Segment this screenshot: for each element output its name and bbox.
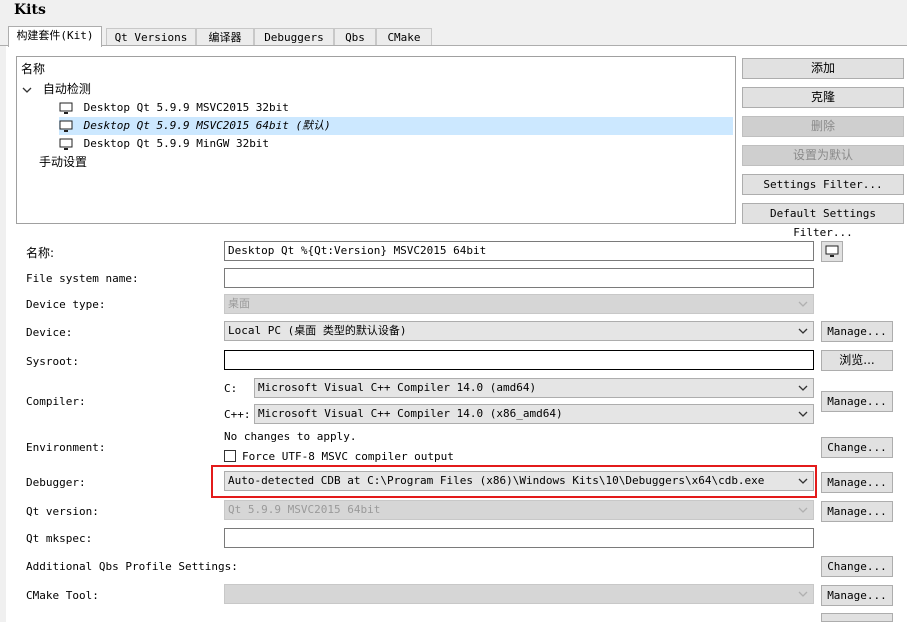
chevron-down-icon	[798, 591, 808, 597]
kit-icon-button[interactable]	[821, 241, 843, 262]
device-type-value: 桌面	[228, 297, 250, 310]
clone-button[interactable]: 克隆	[742, 87, 904, 108]
qt-version-label: Qt version:	[26, 505, 99, 518]
tab-compilers[interactable]: 编译器	[196, 28, 254, 46]
tree-group-auto-label: 自动检测	[42, 82, 91, 96]
device-type-label: Device type:	[26, 298, 106, 311]
compiler-label: Compiler:	[26, 395, 86, 408]
compiler-cpp-label: C++:	[224, 408, 251, 421]
name-label: 名称:	[26, 246, 55, 260]
window-title: Kits	[14, 2, 46, 18]
chevron-down-icon[interactable]	[21, 85, 33, 95]
chevron-down-icon	[798, 411, 808, 417]
device-select[interactable]: Local PC (桌面 类型的默认设备)	[224, 321, 814, 341]
tree-item-label: Desktop Qt 5.9.9 MSVC2015 32bit	[83, 101, 289, 114]
chevron-down-icon	[798, 507, 808, 513]
chevron-down-icon	[798, 301, 808, 307]
tree-header: 名称	[21, 62, 46, 76]
cmake-tool-manage-button[interactable]: Manage...	[821, 585, 893, 606]
cmake-tool-select	[224, 584, 814, 604]
tab-bar: 构建套件(Kit) Qt Versions 编译器 Debuggers Qbs …	[0, 26, 907, 47]
name-field[interactable]: Desktop Qt %{Qt:Version} MSVC2015 64bit	[224, 241, 814, 261]
environment-label: Environment:	[26, 441, 106, 454]
qt-mkspec-label: Qt mkspec:	[26, 532, 93, 545]
tab-qt-versions[interactable]: Qt Versions	[106, 28, 196, 46]
monitor-icon	[825, 245, 839, 257]
tab-debuggers[interactable]: Debuggers	[254, 28, 334, 46]
qbs-profile-change-button[interactable]: Change...	[821, 556, 893, 577]
tab-qbs[interactable]: Qbs	[334, 28, 376, 46]
delete-button[interactable]: 删除	[742, 116, 904, 137]
sysroot-label: Sysroot:	[26, 355, 79, 368]
partial-button[interactable]	[821, 613, 893, 622]
compiler-c-value: Microsoft Visual C++ Compiler 14.0 (amd6…	[258, 381, 537, 394]
sysroot-browse-button[interactable]: 浏览...	[821, 350, 893, 371]
tree-group-manual[interactable]: 手动设置	[39, 153, 87, 171]
device-value: Local PC (桌面 类型的默认设备)	[228, 324, 407, 337]
environment-status: No changes to apply.	[224, 430, 357, 443]
monitor-icon	[59, 138, 73, 150]
compiler-c-label: C:	[224, 382, 238, 395]
debugger-highlight-box	[211, 465, 817, 498]
force-utf8-checkbox[interactable]	[224, 450, 236, 462]
sysroot-field[interactable]	[224, 350, 814, 370]
settings-filter-button[interactable]: Settings Filter...	[742, 174, 904, 195]
chevron-down-icon	[798, 328, 808, 334]
monitor-icon	[59, 102, 73, 114]
set-default-button[interactable]: 设置为默认	[742, 145, 904, 166]
tab-cmake[interactable]: CMake	[376, 28, 432, 46]
compiler-c-select[interactable]: Microsoft Visual C++ Compiler 14.0 (amd6…	[254, 378, 814, 398]
device-manage-button[interactable]: Manage...	[821, 321, 893, 342]
force-utf8-label[interactable]: Force UTF-8 MSVC compiler output	[242, 450, 454, 463]
qbs-profile-label: Additional Qbs Profile Settings:	[26, 560, 238, 573]
device-type-select: 桌面	[224, 294, 814, 314]
tree-item[interactable]: Desktop Qt 5.9.9 MinGW 32bit	[59, 135, 733, 153]
kits-tree[interactable]: 名称 自动检测 Desktop Qt 5.9.9 MSVC2015 32bit …	[16, 56, 736, 224]
debugger-manage-button[interactable]: Manage...	[821, 472, 893, 493]
file-system-name-field[interactable]	[224, 268, 814, 288]
chevron-down-icon	[798, 385, 808, 391]
compiler-manage-button[interactable]: Manage...	[821, 391, 893, 412]
qt-version-select: Qt 5.9.9 MSVC2015 64bit	[224, 500, 814, 520]
add-button[interactable]: 添加	[742, 58, 904, 79]
tree-item-label: Desktop Qt 5.9.9 MinGW 32bit	[83, 137, 270, 150]
compiler-cpp-select[interactable]: Microsoft Visual C++ Compiler 14.0 (x86_…	[254, 404, 814, 424]
tree-item-selected[interactable]: Desktop Qt 5.9.9 MSVC2015 64bit (默认)	[59, 117, 733, 135]
tree-item-label: Desktop Qt 5.9.9 MSVC2015 64bit (默认)	[83, 119, 331, 132]
tree-group-auto[interactable]: 自动检测	[21, 80, 91, 98]
environment-change-button[interactable]: Change...	[821, 437, 893, 458]
qt-mkspec-field[interactable]	[224, 528, 814, 548]
qt-version-manage-button[interactable]: Manage...	[821, 501, 893, 522]
default-settings-filter-button[interactable]: Default Settings Filter...	[742, 203, 904, 239]
cmake-tool-label: CMake Tool:	[26, 589, 99, 602]
tab-kits[interactable]: 构建套件(Kit)	[8, 26, 102, 47]
tree-item[interactable]: Desktop Qt 5.9.9 MSVC2015 32bit	[59, 99, 733, 117]
monitor-icon	[59, 120, 73, 132]
debugger-label: Debugger:	[26, 476, 86, 489]
file-system-name-label: File system name:	[26, 272, 139, 285]
compiler-cpp-value: Microsoft Visual C++ Compiler 14.0 (x86_…	[258, 407, 563, 420]
qt-version-value: Qt 5.9.9 MSVC2015 64bit	[228, 503, 381, 516]
device-label: Device:	[26, 326, 73, 339]
